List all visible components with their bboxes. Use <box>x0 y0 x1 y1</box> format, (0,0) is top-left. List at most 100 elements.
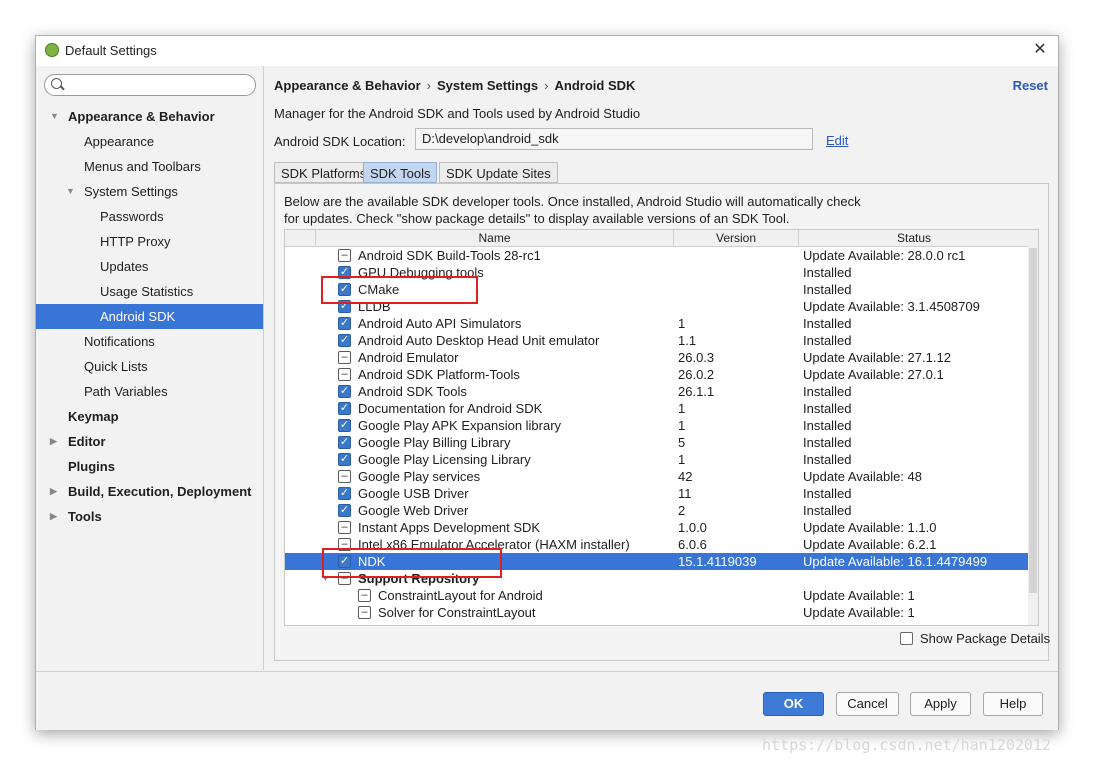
table-row[interactable]: – Google Play services 42 Update Available:… <box>285 468 1030 485</box>
sidebar-item-path-variables[interactable]: Path Variables <box>36 379 263 404</box>
row-name: Google Play services <box>358 469 481 484</box>
column-header-version[interactable]: Version <box>673 230 798 246</box>
sidebar-item-passwords[interactable]: Passwords <box>36 204 263 229</box>
scrollbar-thumb[interactable] <box>1029 248 1037 593</box>
tab-sdk-tools[interactable]: SDK Tools <box>363 162 438 183</box>
table-row[interactable]: – Instant Apps Development SDK 1.0.0 Update… <box>285 519 1030 536</box>
tab-sdk-platforms[interactable]: SDK Platforms <box>274 162 374 183</box>
checkbox-partial[interactable]: – <box>358 589 371 602</box>
table-row[interactable]: ✓ Google Web Driver 2 Installed <box>285 502 1030 519</box>
checkbox-box[interactable] <box>900 632 913 645</box>
sidebar-item-keymap[interactable]: Keymap <box>36 404 263 429</box>
table-row[interactable]: ✓ Google Play Billing Library 5 Installed <box>285 434 1030 451</box>
sidebar-item-label: Keymap <box>68 409 119 424</box>
sidebar-item-system-settings[interactable]: ▼ System Settings <box>36 179 263 204</box>
close-button[interactable]: ✕ <box>1030 40 1050 60</box>
window-title: Default Settings <box>65 43 157 58</box>
row-version: 26.0.2 <box>678 367 715 382</box>
table-row[interactable]: ✓ Android Auto API Simulators 1 Installed <box>285 315 1030 332</box>
checkbox-partial[interactable]: – <box>338 470 351 483</box>
checkbox-checked[interactable]: ✓ <box>338 317 351 330</box>
sidebar-item-tools[interactable]: ▶ Tools <box>36 504 263 529</box>
table-row[interactable]: ✓ Google Play Licensing Library 1 Installed <box>285 451 1030 468</box>
row-name: Android SDK Tools <box>358 384 467 399</box>
sidebar-item-label: Appearance & Behavior <box>68 109 215 124</box>
table-row[interactable]: ✓ Google USB Driver 11 Installed <box>285 485 1030 502</box>
expand-arrow-icon[interactable]: ▼ <box>50 104 59 129</box>
sidebar-item-usage-statistics[interactable]: Usage Statistics <box>36 279 263 304</box>
dialog-footer: OK Cancel Apply Help <box>36 671 1058 730</box>
row-version: 1 <box>678 316 686 331</box>
annotation-box-cmake <box>321 276 478 304</box>
checkbox-checked[interactable]: ✓ <box>338 385 351 398</box>
checkbox-partial[interactable]: – <box>338 368 351 381</box>
vertical-scrollbar[interactable] <box>1028 230 1038 625</box>
column-header-name[interactable]: Name <box>315 230 673 246</box>
reset-link[interactable]: Reset <box>1013 78 1048 93</box>
table-row[interactable]: – ConstraintLayout for Android Update Avai… <box>285 587 1030 604</box>
search-field[interactable] <box>44 74 256 96</box>
checkbox-checked[interactable]: ✓ <box>338 402 351 415</box>
expand-arrow-icon[interactable]: ▼ <box>66 179 75 204</box>
sidebar-item-plugins[interactable]: Plugins <box>36 454 263 479</box>
sidebar-item-label: Passwords <box>100 209 164 224</box>
cancel-button[interactable]: Cancel <box>836 692 899 716</box>
sdk-tools-panel: Below are the available SDK developer to… <box>274 183 1050 661</box>
row-name: Android SDK Build-Tools 28-rc1 <box>358 248 541 263</box>
sidebar-item-label: Editor <box>68 434 106 449</box>
row-version: 1 <box>678 418 686 433</box>
tab-sdk-update-sites[interactable]: SDK Update Sites <box>439 162 558 183</box>
row-version: 26.0.3 <box>678 350 715 365</box>
row-status: Installed <box>803 435 852 450</box>
table-row[interactable]: ✓ Android Auto Desktop Head Unit emulator… <box>285 332 1030 349</box>
table-row[interactable]: ✓ Google Play APK Expansion library 1 Insta… <box>285 417 1030 434</box>
collapse-arrow-icon[interactable]: ▶ <box>50 479 57 504</box>
table-row[interactable]: – Android Emulator 26.0.3 Update Available:… <box>285 349 1030 366</box>
sidebar-item-quick-lists[interactable]: Quick Lists <box>36 354 263 379</box>
sidebar-item-label: Tools <box>68 509 102 524</box>
search-input[interactable] <box>67 77 251 95</box>
checkbox-partial[interactable]: – <box>358 606 371 619</box>
row-name: Android SDK Platform-Tools <box>358 367 520 382</box>
row-status: Installed <box>803 401 852 416</box>
sidebar-item-updates[interactable]: Updates <box>36 254 263 279</box>
checkbox-checked[interactable]: ✓ <box>338 504 351 517</box>
checkbox-partial[interactable]: – <box>338 521 351 534</box>
sdk-location-field[interactable]: D:\develop\android_sdk <box>415 128 813 150</box>
settings-sidebar: ▼ Appearance & Behavior Appearance Menus an… <box>36 66 264 670</box>
table-row[interactable]: ✓ Android SDK Tools 26.1.1 Installed <box>285 383 1030 400</box>
sidebar-item-appearance[interactable]: Appearance <box>36 129 263 154</box>
table-row[interactable]: ✓ Documentation for Android SDK 1 Installed <box>285 400 1030 417</box>
checkbox-checked[interactable]: ✓ <box>338 334 351 347</box>
row-version: 1 <box>678 452 686 467</box>
sidebar-item-editor[interactable]: ▶ Editor <box>36 429 263 454</box>
apply-button[interactable]: Apply <box>910 692 971 716</box>
sidebar-item-appearance-behavior[interactable]: ▼ Appearance & Behavior <box>36 104 263 129</box>
android-sdk-page: Appearance & Behavior › System Settings › An… <box>264 66 1058 670</box>
row-status: Update Available: 3.1.4508709 <box>803 299 980 314</box>
table-row[interactable]: – Android SDK Build-Tools 28-rc1 Update Av… <box>285 247 1030 264</box>
checkbox-checked[interactable]: ✓ <box>338 453 351 466</box>
row-name: Android Auto API Simulators <box>358 316 522 331</box>
sidebar-item-menus-and-toolbars[interactable]: Menus and Toolbars <box>36 154 263 179</box>
collapse-arrow-icon[interactable]: ▶ <box>50 429 57 454</box>
table-row[interactable]: – Solver for ConstraintLayout Update Avail… <box>285 604 1030 621</box>
row-name: Google Web Driver <box>358 503 469 518</box>
checkbox-checked[interactable]: ✓ <box>338 419 351 432</box>
checkbox-partial[interactable]: – <box>338 249 351 262</box>
row-version: 42 <box>678 469 693 484</box>
checkbox-checked[interactable]: ✓ <box>338 487 351 500</box>
sidebar-item-notifications[interactable]: Notifications <box>36 329 263 354</box>
sidebar-item-build-execution-deployment[interactable]: ▶ Build, Execution, Deployment <box>36 479 263 504</box>
table-row[interactable]: – Android SDK Platform-Tools 26.0.2 Update … <box>285 366 1030 383</box>
ok-button[interactable]: OK <box>763 692 824 716</box>
column-header-status[interactable]: Status <box>798 230 1029 246</box>
checkbox-checked[interactable]: ✓ <box>338 436 351 449</box>
help-button[interactable]: Help <box>983 692 1043 716</box>
sidebar-item-http-proxy[interactable]: HTTP Proxy <box>36 229 263 254</box>
sidebar-item-android-sdk[interactable]: Android SDK <box>36 304 263 329</box>
collapse-arrow-icon[interactable]: ▶ <box>50 504 57 529</box>
edit-location-link[interactable]: Edit <box>826 133 848 148</box>
checkbox-partial[interactable]: – <box>338 351 351 364</box>
row-status: Installed <box>803 503 852 518</box>
